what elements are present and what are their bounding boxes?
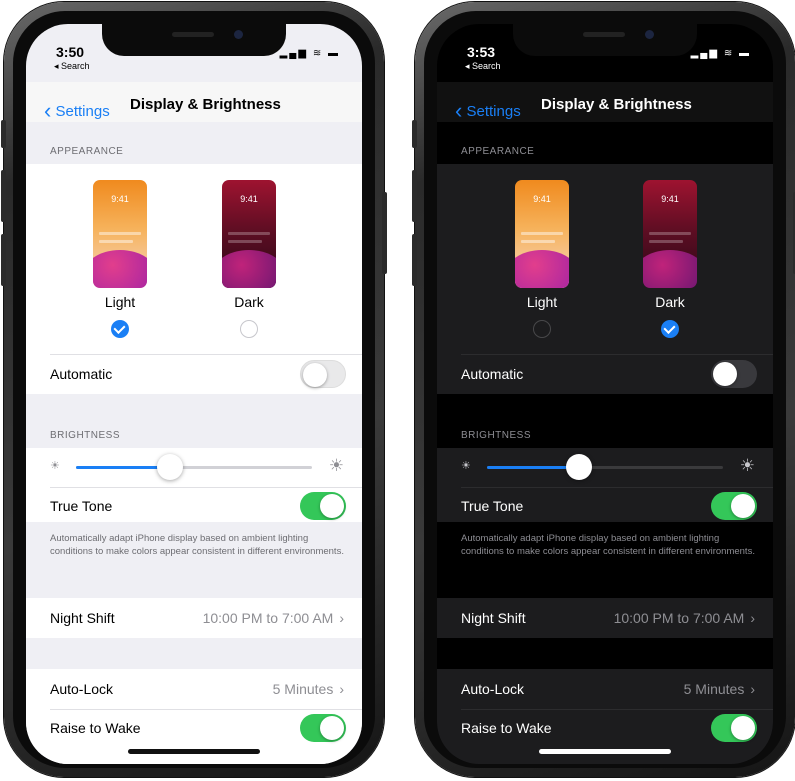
light-preview[interactable]: 9:41 — [93, 180, 147, 288]
dark-preview[interactable]: 9:41 — [643, 180, 697, 288]
chevron-left-icon: ‹ — [44, 98, 52, 123]
navigation-bar: ‹ Settings Display & Brightness — [26, 82, 362, 123]
sun-small-icon: ☀ — [50, 460, 60, 472]
home-indicator[interactable] — [128, 749, 260, 754]
brightness-group: ☀ ☀ True Tone — [26, 448, 362, 522]
true-tone-label: True Tone — [50, 498, 113, 514]
back-button[interactable]: ‹ Settings — [44, 96, 110, 123]
light-mode-phone: 3:50 ◂ Search ▂▄▆ ≋ ▬ ‹ Settings Display… — [1, 2, 387, 777]
brightness-group: ☀ ☀ True Tone — [437, 448, 773, 522]
navigation-bar: ‹ Settings Display & Brightness — [437, 82, 773, 123]
volume-down-button — [1, 234, 6, 286]
auto-lock-row[interactable]: Auto-Lock 5 Minutes › — [26, 669, 362, 709]
chevron-left-icon: ‹ — [455, 98, 463, 123]
dark-radio[interactable] — [240, 320, 258, 338]
dark-label: Dark — [234, 294, 264, 310]
light-label: Light — [526, 294, 558, 310]
night-shift-label: Night Shift — [461, 610, 526, 626]
sun-small-icon: ☀ — [461, 460, 471, 472]
notch — [513, 24, 697, 56]
page-title: Display & Brightness — [130, 96, 281, 113]
light-radio[interactable] — [111, 320, 129, 338]
status-time: 3:50 — [56, 44, 85, 60]
back-button-label: Settings — [466, 103, 521, 120]
raise-to-wake-toggle[interactable] — [300, 714, 346, 742]
automatic-label: Automatic — [461, 366, 524, 382]
sun-large-icon: ☀ — [739, 456, 755, 475]
back-button[interactable]: ‹ Settings — [455, 96, 521, 123]
dark-label: Dark — [655, 294, 685, 310]
true-tone-description: Automatically adapt iPhone display based… — [50, 533, 344, 557]
true-tone-label: True Tone — [461, 498, 524, 514]
auto-lock-label: Auto-Lock — [461, 681, 525, 697]
back-button-label: Settings — [55, 103, 110, 120]
back-to-app-link[interactable]: ◂ Search — [465, 61, 501, 72]
home-indicator[interactable] — [539, 749, 671, 754]
night-shift-value: 10:00 PM to 7:00 AM › — [613, 610, 755, 626]
chevron-right-icon: › — [339, 610, 344, 626]
screen: 3:50 ◂ Search ▂▄▆ ≋ ▬ ‹ Settings Display… — [26, 24, 362, 764]
brightness-header: BRIGHTNESS — [461, 430, 532, 441]
volume-down-button — [412, 234, 417, 286]
raise-to-wake-toggle[interactable] — [711, 714, 757, 742]
silent-switch — [412, 120, 417, 148]
raise-to-wake-label: Raise to Wake — [461, 720, 552, 736]
night-shift-label: Night Shift — [50, 610, 115, 626]
page-title: Display & Brightness — [541, 96, 692, 113]
true-tone-toggle[interactable] — [711, 492, 757, 520]
notch — [102, 24, 286, 56]
brightness-slider[interactable] — [487, 454, 723, 480]
dark-mode-phone: 3:53 ◂ Search ▂▄▆ ≋ ▬ ‹ Settings Display… — [412, 2, 795, 777]
automatic-row: Automatic — [437, 354, 773, 394]
appearance-group: 9:41 9:41 Light Dark — [26, 164, 362, 354]
auto-lock-value: 5 Minutes › — [272, 681, 344, 697]
appearance-header: APPEARANCE — [461, 146, 535, 157]
automatic-label: Automatic — [50, 366, 113, 382]
brightness-slider-knob[interactable] — [566, 454, 593, 480]
brightness-header: BRIGHTNESS — [50, 430, 121, 441]
true-tone-toggle[interactable] — [300, 492, 346, 520]
light-preview[interactable]: 9:41 — [515, 180, 569, 288]
auto-lock-row[interactable]: Auto-Lock 5 Minutes › — [437, 669, 773, 709]
screen: 3:53 ◂ Search ▂▄▆ ≋ ▬ ‹ Settings Display… — [437, 24, 773, 764]
appearance-group: 9:41 9:41 Light Dark — [437, 164, 773, 354]
status-icons: ▂▄▆ ≋ ▬ — [690, 48, 751, 59]
brightness-slider[interactable] — [76, 454, 312, 480]
night-shift-row[interactable]: Night Shift 10:00 PM to 7:00 AM › — [437, 598, 773, 638]
auto-lock-value: 5 Minutes › — [683, 681, 755, 697]
automatic-toggle[interactable] — [711, 360, 757, 388]
side-button — [382, 192, 387, 274]
sun-large-icon: ☀ — [328, 456, 344, 475]
status-time: 3:53 — [467, 44, 496, 60]
status-icons: ▂▄▆ ≋ ▬ — [279, 48, 340, 59]
silent-switch — [1, 120, 6, 148]
dark-preview[interactable]: 9:41 — [222, 180, 276, 288]
night-shift-value: 10:00 PM to 7:00 AM › — [202, 610, 344, 626]
true-tone-description: Automatically adapt iPhone display based… — [461, 533, 755, 557]
raise-to-wake-label: Raise to Wake — [50, 720, 141, 736]
chevron-right-icon: › — [750, 610, 755, 626]
light-radio[interactable] — [533, 320, 551, 338]
night-shift-row[interactable]: Night Shift 10:00 PM to 7:00 AM › — [26, 598, 362, 638]
brightness-slider-knob[interactable] — [157, 454, 184, 480]
volume-up-button — [1, 170, 6, 222]
automatic-row: Automatic — [26, 354, 362, 394]
chevron-right-icon: › — [339, 681, 344, 697]
auto-lock-label: Auto-Lock — [50, 681, 114, 697]
chevron-right-icon: › — [750, 681, 755, 697]
appearance-header: APPEARANCE — [50, 146, 124, 157]
automatic-toggle[interactable] — [300, 360, 346, 388]
light-label: Light — [104, 294, 136, 310]
dark-radio[interactable] — [661, 320, 679, 338]
volume-up-button — [412, 170, 417, 222]
back-to-app-link[interactable]: ◂ Search — [54, 61, 90, 72]
